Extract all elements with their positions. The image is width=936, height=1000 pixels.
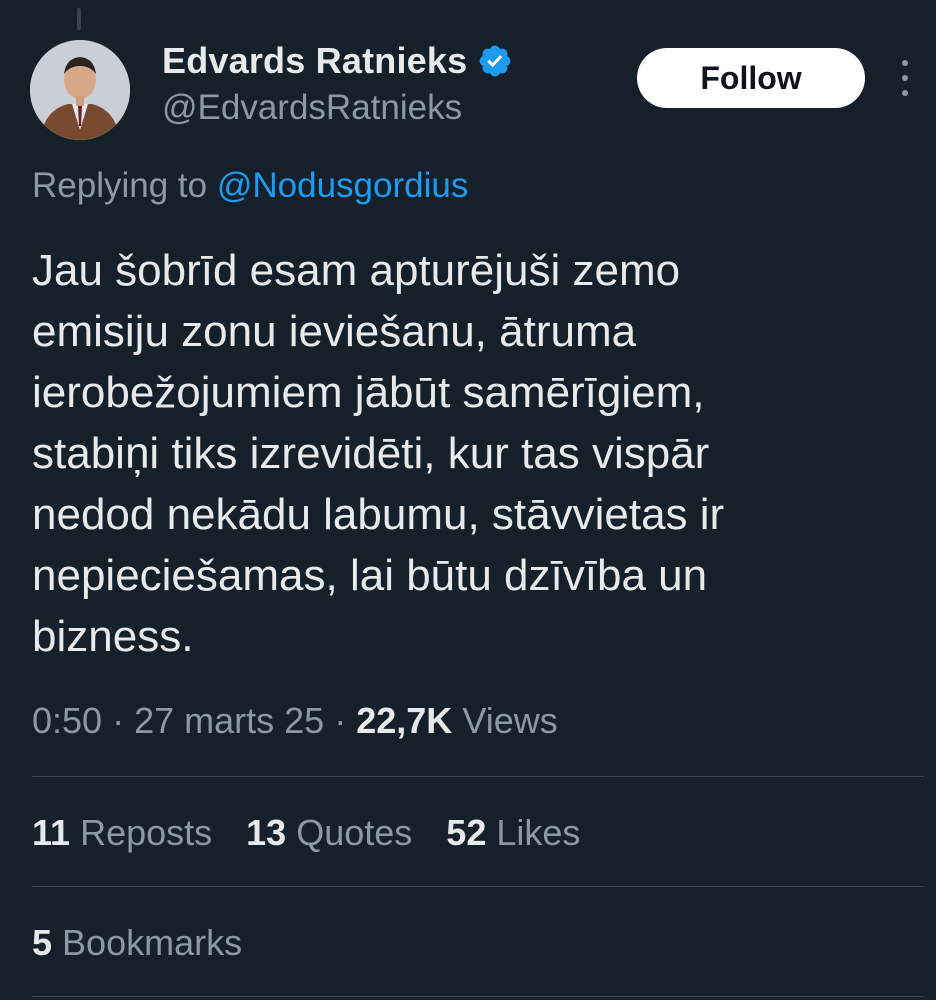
- quotes-label: Quotes: [296, 812, 413, 853]
- tweet-time[interactable]: 0:50: [32, 700, 102, 741]
- views-label: Views: [462, 700, 558, 741]
- engagement-stats: 11 Reposts 13 Quotes 52 Likes: [32, 812, 580, 854]
- views-count: 22,7K: [356, 700, 453, 741]
- follow-button[interactable]: Follow: [637, 48, 865, 108]
- meta-separator: ·: [112, 700, 125, 741]
- reply-context: Replying to @Nodusgordius: [32, 166, 468, 206]
- divider: [32, 996, 924, 997]
- bookmarks-label: Bookmarks: [62, 922, 243, 963]
- more-dot: [902, 60, 908, 66]
- more-dot: [902, 75, 908, 81]
- more-dot: [902, 90, 908, 96]
- divider: [32, 776, 924, 777]
- reposts-stat[interactable]: 11 Reposts: [32, 812, 212, 854]
- author-handle[interactable]: @EdvardsRatnieks: [162, 88, 462, 128]
- reposts-label: Reposts: [80, 812, 213, 853]
- verified-badge-icon: [477, 43, 513, 79]
- reply-prefix: Replying to: [32, 166, 208, 205]
- quotes-count: 13: [246, 812, 287, 853]
- reposts-count: 11: [32, 812, 71, 853]
- reply-mention-link[interactable]: @Nodusgordius: [217, 166, 469, 205]
- tweet-text: Jau šobrīd esam apturējuši zemo emisiju …: [32, 246, 725, 661]
- thread-connector-line: [77, 8, 81, 30]
- likes-stat[interactable]: 52 Likes: [446, 812, 580, 854]
- more-vertical-icon[interactable]: [893, 60, 917, 96]
- likes-count: 52: [446, 812, 487, 853]
- author-display-name[interactable]: Edvards Ratnieks: [162, 40, 467, 82]
- meta-separator: ·: [334, 700, 347, 741]
- tweet-date[interactable]: 27 marts 25: [134, 700, 324, 741]
- likes-label: Likes: [496, 812, 581, 853]
- avatar-photo: [30, 40, 130, 140]
- tweet-meta: 0:50 · 27 marts 25 · 22,7K Views: [32, 700, 558, 742]
- bookmarks-count: 5: [32, 922, 53, 963]
- quotes-stat[interactable]: 13 Quotes: [246, 812, 412, 854]
- avatar[interactable]: [30, 40, 130, 140]
- bookmarks-stat[interactable]: 5 Bookmarks: [32, 922, 242, 964]
- author-name-row: Edvards Ratnieks: [162, 40, 513, 82]
- divider: [32, 886, 924, 887]
